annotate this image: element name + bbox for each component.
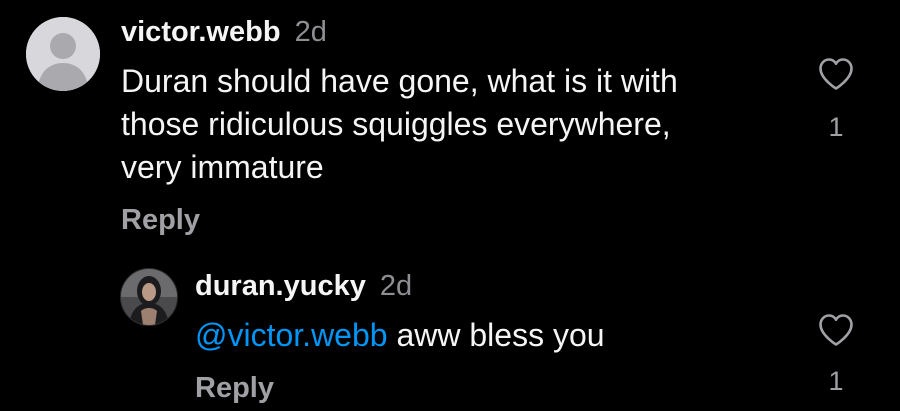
comment-text: Duran should have gone, what is it with … <box>121 63 678 185</box>
comment-header: victor.webb 2d <box>121 14 761 50</box>
timestamp: 2d <box>379 270 413 302</box>
like-column: 1 <box>811 313 861 397</box>
like-count: 1 <box>828 112 844 142</box>
reply-button[interactable]: Reply <box>121 204 200 237</box>
username[interactable]: duran.yucky <box>195 270 366 302</box>
comment-text: @victor.webb aww bless you <box>195 314 795 357</box>
username[interactable]: victor.webb <box>121 16 281 48</box>
comment-body: duran.yucky 2d @victor.webb aww bless yo… <box>195 268 795 357</box>
comment-text-content: aww bless you <box>387 317 605 353</box>
timestamp: 2d <box>294 16 327 48</box>
like-column: 1 <box>811 57 861 143</box>
like-count: 1 <box>828 366 844 396</box>
mention-link[interactable]: @victor.webb <box>195 317 388 353</box>
comment-header: duran.yucky 2d <box>195 268 795 304</box>
heart-icon[interactable] <box>811 313 861 347</box>
reply-button[interactable]: Reply <box>195 372 274 405</box>
comment-body: victor.webb 2d Duran should have gone, w… <box>121 14 761 189</box>
avatar[interactable] <box>26 17 100 91</box>
default-avatar-icon <box>26 17 100 91</box>
heart-icon[interactable] <box>811 57 861 91</box>
profile-photo <box>121 269 177 325</box>
avatar[interactable] <box>120 268 178 326</box>
